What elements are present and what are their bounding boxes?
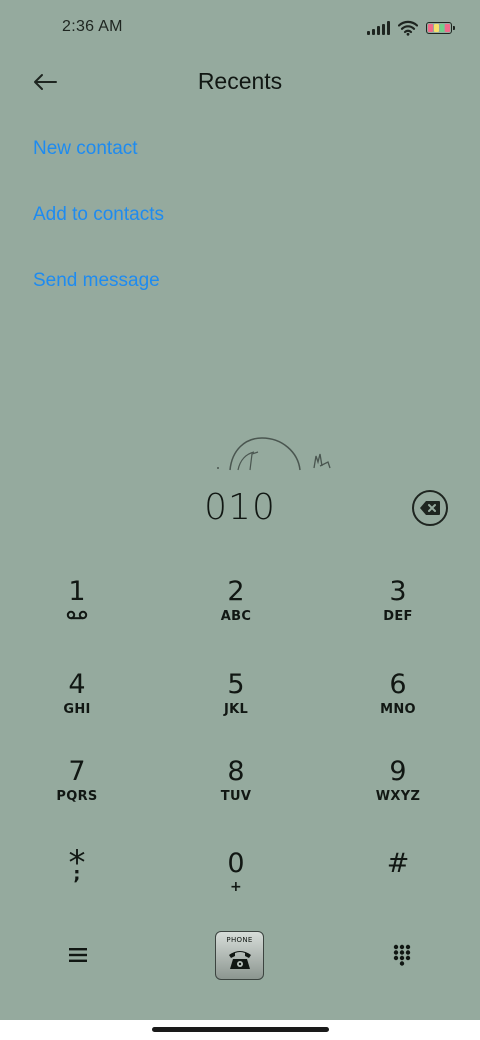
key-letters: ABC: [220, 609, 252, 624]
menu-button[interactable]: [62, 941, 94, 969]
dialed-number: 010: [204, 487, 276, 528]
key-digit: 6: [389, 669, 407, 700]
key-letters: JKL: [223, 702, 249, 717]
key-letters: MNO: [380, 702, 416, 717]
backspace-icon: [420, 501, 440, 515]
status-icons: [367, 18, 455, 38]
key-digit: 0: [227, 848, 245, 879]
key-letters: TUV: [220, 789, 252, 804]
key-3[interactable]: 3 DEF: [338, 576, 458, 656]
page-title: Recents: [197, 68, 283, 94]
key-digit: 5: [227, 669, 245, 700]
key-0[interactable]: 0 +: [176, 848, 296, 928]
status-time: 2:36 AM: [62, 18, 123, 35]
key-letters: +: [229, 879, 243, 895]
wifi-icon: [398, 20, 418, 36]
home-indicator[interactable]: [152, 1027, 329, 1032]
add-to-contacts-link[interactable]: Add to contacts: [33, 204, 164, 226]
backspace-button[interactable]: [412, 490, 448, 526]
key-2[interactable]: 2 ABC: [176, 576, 296, 656]
key-digit: 9: [389, 756, 407, 787]
key-digit: 3: [389, 576, 407, 607]
key-digit: 4: [68, 669, 86, 700]
key-8[interactable]: 8 TUV: [176, 756, 296, 836]
key-letters: ;: [73, 864, 81, 885]
key-digit: 1: [68, 576, 86, 607]
key-5[interactable]: 5 JKL: [176, 669, 296, 749]
key-letters: WXYZ: [375, 789, 421, 804]
key-7[interactable]: 7 PQRS: [17, 756, 137, 836]
key-4[interactable]: 4 GHI: [17, 669, 137, 749]
new-contact-link[interactable]: New contact: [33, 138, 138, 160]
decorative-sketch: [217, 437, 331, 471]
key-9[interactable]: 9 WXYZ: [338, 756, 458, 836]
call-button[interactable]: PHONE: [215, 931, 264, 980]
menu-icon: [69, 948, 87, 962]
dialpad-grid-icon: [393, 944, 411, 966]
telephone-icon: [228, 951, 251, 969]
key-digit: 7: [68, 756, 86, 787]
key-hash[interactable]: #: [338, 848, 458, 928]
status-bar: 2:36 AM: [0, 0, 480, 56]
battery-icon: [426, 22, 455, 34]
key-letters: GHI: [63, 702, 91, 717]
key-star[interactable]: * ;: [17, 846, 137, 928]
dialpad-toggle-button[interactable]: [386, 941, 418, 969]
key-1[interactable]: 1: [17, 576, 137, 656]
call-button-label: PHONE: [226, 936, 253, 944]
key-letters: PQRS: [56, 789, 98, 804]
bottom-bar: PHONE: [0, 925, 480, 985]
header: Recents: [0, 56, 480, 108]
key-digit: 2: [227, 576, 245, 607]
voicemail-icon: [66, 610, 88, 620]
dialer-screen: 2:36 AM Recents New contact Add to conta…: [0, 0, 480, 1020]
key-letters: DEF: [383, 609, 413, 624]
key-digit: 8: [227, 756, 245, 787]
key-6[interactable]: 6 MNO: [338, 669, 458, 749]
send-message-link[interactable]: Send message: [33, 270, 160, 292]
signal-icon: [367, 21, 390, 35]
key-digit: #: [386, 848, 410, 879]
